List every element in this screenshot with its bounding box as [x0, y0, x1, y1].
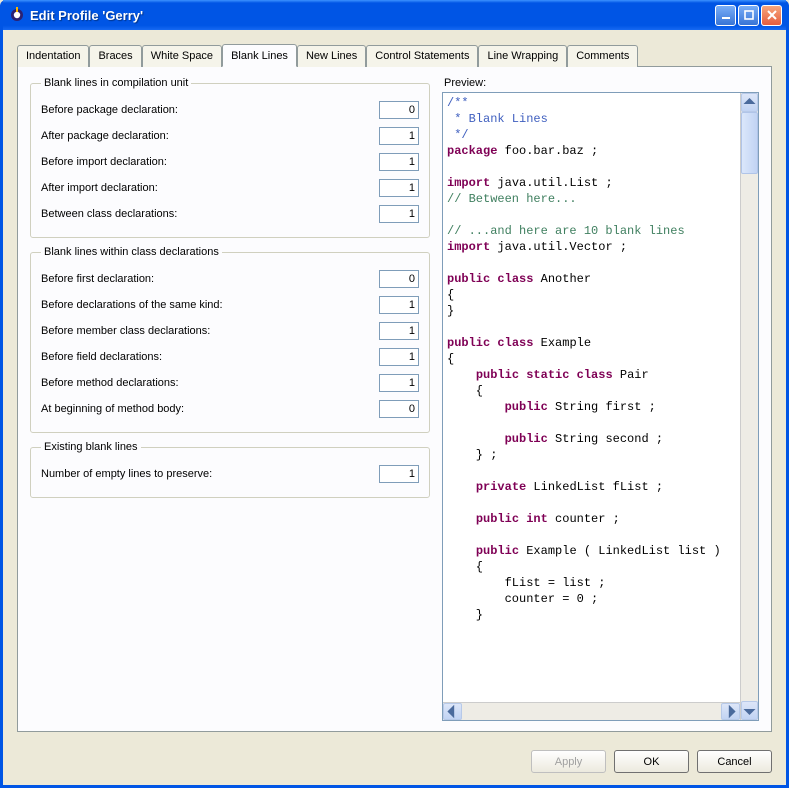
tab-new-lines[interactable]: New Lines: [297, 45, 366, 67]
tab-comments[interactable]: Comments: [567, 45, 638, 67]
settings-column: Blank lines in compilation unit Before p…: [30, 77, 430, 721]
tab-panel-blank-lines: Blank lines in compilation unit Before p…: [17, 66, 772, 732]
preview-code: /** * Blank Lines */ package foo.bar.baz…: [443, 93, 740, 702]
scroll-up-icon[interactable]: [741, 93, 758, 112]
cancel-button[interactable]: Cancel: [697, 750, 772, 773]
preview-column: Preview: /** * Blank Lines */ package fo…: [442, 77, 759, 721]
tab-white-space[interactable]: White Space: [142, 45, 222, 67]
setting-row: After import declaration:: [41, 175, 419, 201]
group-legend: Blank lines in compilation unit: [41, 77, 191, 89]
setting-input[interactable]: [379, 465, 419, 483]
setting-input[interactable]: [379, 400, 419, 418]
setting-label: Number of empty lines to preserve:: [41, 468, 212, 480]
setting-label: Before package declaration:: [41, 104, 178, 116]
setting-input[interactable]: [379, 127, 419, 145]
setting-row: Before import declaration:: [41, 149, 419, 175]
group-class-declarations: Blank lines within class declarations Be…: [30, 246, 430, 433]
app-icon: [9, 7, 25, 23]
setting-label: Before first declaration:: [41, 273, 154, 285]
window-title: Edit Profile 'Gerry': [30, 8, 715, 23]
setting-row: Before method declarations:: [41, 370, 419, 396]
setting-label: Before declarations of the same kind:: [41, 299, 223, 311]
setting-label: Before import declaration:: [41, 156, 167, 168]
setting-input[interactable]: [379, 296, 419, 314]
tab-indentation[interactable]: Indentation: [17, 45, 89, 67]
preview-label: Preview:: [442, 77, 759, 92]
ok-button[interactable]: OK: [614, 750, 689, 773]
titlebar[interactable]: Edit Profile 'Gerry': [3, 0, 786, 30]
scrollbar-thumb[interactable]: [741, 112, 758, 174]
group-existing-blank-lines: Existing blank lines Number of empty lin…: [30, 441, 430, 498]
tab-control-statements[interactable]: Control Statements: [366, 45, 478, 67]
setting-input[interactable]: [379, 270, 419, 288]
setting-row: Before member class declarations:: [41, 318, 419, 344]
apply-button[interactable]: Apply: [531, 750, 606, 773]
scroll-left-icon[interactable]: [443, 703, 462, 720]
setting-input[interactable]: [379, 153, 419, 171]
setting-label: Before field declarations:: [41, 351, 162, 363]
preview-pane: /** * Blank Lines */ package foo.bar.baz…: [442, 92, 759, 721]
tab-line-wrapping[interactable]: Line Wrapping: [478, 45, 567, 67]
setting-label: After package declaration:: [41, 130, 169, 142]
setting-input[interactable]: [379, 322, 419, 340]
window-frame: Edit Profile 'Gerry' IndentationBracesWh…: [0, 0, 789, 788]
content-area: IndentationBracesWhite SpaceBlank LinesN…: [3, 30, 786, 740]
scroll-down-icon[interactable]: [741, 701, 758, 720]
close-button[interactable]: [761, 5, 782, 26]
dialog-button-bar: Apply OK Cancel: [3, 740, 786, 785]
setting-input[interactable]: [379, 179, 419, 197]
tab-blank-lines[interactable]: Blank Lines: [222, 44, 297, 67]
setting-row: Before declarations of the same kind:: [41, 292, 419, 318]
tab-bar: IndentationBracesWhite SpaceBlank LinesN…: [17, 44, 772, 66]
tab-braces[interactable]: Braces: [89, 45, 141, 67]
group-compilation-unit: Blank lines in compilation unit Before p…: [30, 77, 430, 238]
setting-row: Before package declaration:: [41, 97, 419, 123]
minimize-button[interactable]: [715, 5, 736, 26]
group-legend: Blank lines within class declarations: [41, 246, 222, 258]
group-legend: Existing blank lines: [41, 441, 141, 453]
setting-row: Between class declarations:: [41, 201, 419, 227]
setting-label: After import declaration:: [41, 182, 158, 194]
setting-label: Before method declarations:: [41, 377, 179, 389]
setting-row: Number of empty lines to preserve:: [41, 461, 419, 487]
setting-row: After package declaration:: [41, 123, 419, 149]
setting-label: At beginning of method body:: [41, 403, 184, 415]
setting-row: Before first declaration:: [41, 266, 419, 292]
scroll-right-icon[interactable]: [721, 703, 740, 720]
setting-label: Before member class declarations:: [41, 325, 210, 337]
horizontal-scrollbar[interactable]: [443, 702, 740, 720]
vertical-scrollbar[interactable]: [740, 93, 758, 720]
setting-input[interactable]: [379, 348, 419, 366]
setting-input[interactable]: [379, 101, 419, 119]
setting-label: Between class declarations:: [41, 208, 177, 220]
setting-row: Before field declarations:: [41, 344, 419, 370]
setting-input[interactable]: [379, 374, 419, 392]
setting-input[interactable]: [379, 205, 419, 223]
maximize-button[interactable]: [738, 5, 759, 26]
setting-row: At beginning of method body:: [41, 396, 419, 422]
